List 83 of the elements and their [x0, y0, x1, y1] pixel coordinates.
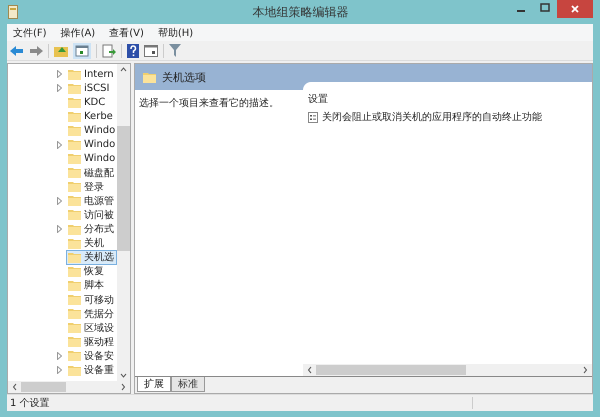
window-title: 本地组策略编辑器 — [252, 4, 348, 20]
filter-icon[interactable] — [169, 44, 181, 57]
scroll-right-icon[interactable] — [582, 366, 588, 374]
folder-icon — [68, 224, 81, 235]
menu-item[interactable]: 文件(F) — [13, 26, 47, 40]
expand-arrow-icon[interactable] — [57, 352, 62, 360]
expand-arrow-icon[interactable] — [57, 70, 62, 78]
menu-item[interactable]: 操作(A) — [60, 26, 96, 40]
folder-icon — [68, 350, 81, 362]
tab[interactable]: 扩展 — [137, 377, 171, 392]
vertical-scrollbar[interactable] — [117, 64, 130, 381]
horizontal-scrollbar[interactable] — [303, 364, 592, 376]
tree-item[interactable]: 关机 — [66, 236, 118, 251]
status-text: 1 个设置 — [10, 396, 50, 410]
section-heading: 关机选项 — [162, 70, 206, 84]
tree-item[interactable]: Windo — [66, 137, 118, 152]
tree-item[interactable]: Intern — [66, 66, 118, 82]
folder-icon — [143, 72, 156, 82]
folder-up-icon[interactable] — [54, 44, 68, 57]
properties-window-icon[interactable] — [144, 44, 158, 56]
folder-icon — [68, 68, 81, 80]
tree-item[interactable]: 分布式 — [66, 222, 118, 237]
scroll-left-icon[interactable] — [12, 383, 18, 391]
folder-icon — [68, 82, 81, 94]
tree-item[interactable]: 设备安 — [66, 348, 118, 364]
forward-arrow-icon[interactable] — [29, 44, 43, 56]
folder-icon — [68, 336, 81, 348]
folder-icon — [68, 294, 81, 306]
menu-item[interactable]: 查看(V) — [109, 26, 144, 40]
setting-name[interactable]: 关闭会阻止或取消关机的应用程序的自动终止功能 — [322, 110, 542, 124]
tree-item[interactable]: 脚本 — [66, 278, 118, 293]
expand-arrow-icon[interactable] — [57, 225, 62, 234]
description-text: 选择一个项目来查看它的描述。 — [139, 98, 279, 109]
folder-icon — [68, 280, 81, 291]
tree-item[interactable]: Kerbe — [66, 108, 118, 124]
folder-icon — [68, 153, 81, 164]
folder-icon — [68, 322, 81, 334]
tree-item[interactable]: 区域设 — [66, 320, 118, 336]
tree-pane-icon[interactable] — [73, 42, 91, 58]
menu-item[interactable]: 帮助(H) — [158, 26, 194, 40]
folder-icon — [68, 364, 81, 376]
tree-item[interactable]: 电源管 — [66, 193, 118, 208]
close-icon — [571, 5, 579, 13]
horizontal-scrollbar[interactable] — [8, 381, 130, 393]
tree-item[interactable]: 访问被 — [66, 207, 118, 222]
folder-icon — [68, 308, 81, 320]
tree-item[interactable]: iSCSI — [66, 80, 118, 96]
folder-icon — [68, 252, 81, 263]
folder-icon — [68, 209, 81, 220]
folder-icon — [68, 167, 81, 178]
setting-icon — [308, 112, 318, 122]
tree-item[interactable]: 可移动 — [66, 292, 118, 308]
close-button[interactable] — [557, 0, 593, 18]
tree-item[interactable]: 驱动程 — [66, 334, 118, 350]
tree-item[interactable]: 恢复 — [66, 264, 118, 279]
tree-item[interactable]: Windo — [66, 122, 118, 138]
folder-icon — [68, 238, 81, 249]
folder-icon — [68, 181, 81, 192]
tree-item[interactable]: 凭据分 — [66, 306, 118, 322]
tree-item[interactable]: KDC — [66, 94, 118, 110]
app-icon — [8, 5, 18, 19]
folder-icon — [68, 124, 81, 136]
scroll-left-icon[interactable] — [307, 366, 313, 374]
expand-arrow-icon[interactable] — [57, 84, 62, 92]
help-icon[interactable] — [127, 44, 139, 58]
back-arrow-icon[interactable] — [10, 44, 24, 56]
tab[interactable]: 标准 — [171, 377, 205, 392]
folder-icon — [68, 110, 81, 122]
folder-icon — [68, 195, 81, 206]
tree-item[interactable]: 关机选 — [66, 250, 118, 265]
folder-icon — [68, 266, 81, 277]
tree-item[interactable]: 登录 — [66, 179, 118, 194]
tree-item[interactable]: 设备重 — [66, 362, 118, 378]
expand-arrow-icon[interactable] — [57, 140, 62, 149]
export-list-icon[interactable] — [102, 44, 116, 58]
expand-arrow-icon[interactable] — [57, 366, 62, 374]
column-header[interactable]: 设置 — [303, 82, 592, 108]
scroll-right-icon[interactable] — [120, 383, 126, 391]
tree-item[interactable]: Windo — [66, 151, 118, 166]
folder-icon — [68, 96, 81, 108]
expand-arrow-icon[interactable] — [57, 196, 62, 205]
tree-item[interactable]: 磁盘配 — [66, 165, 118, 180]
folder-icon — [68, 139, 81, 150]
